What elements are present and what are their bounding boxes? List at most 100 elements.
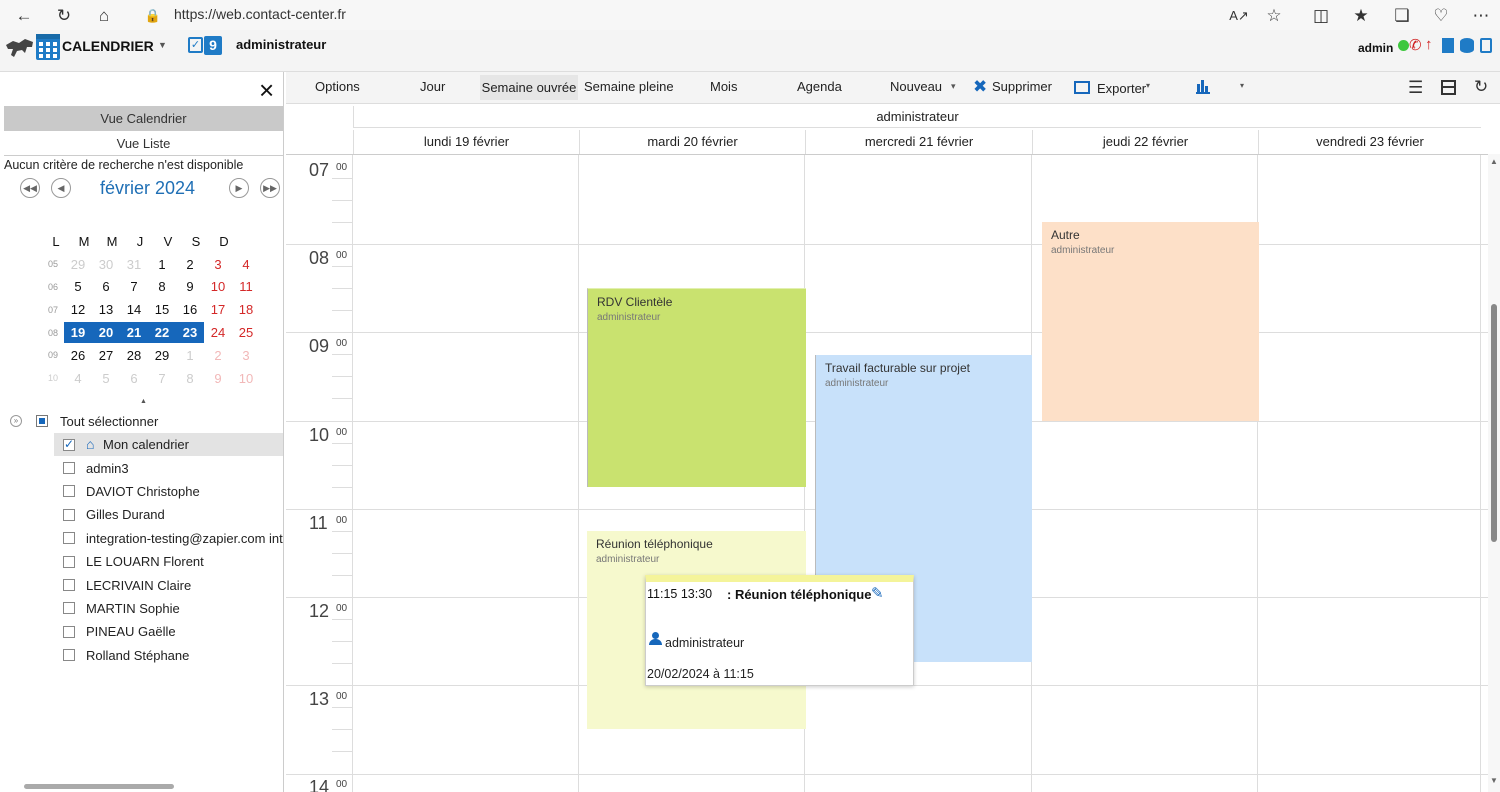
day-header-wednesday[interactable]: mercredi 21 février bbox=[805, 130, 1032, 154]
split-view-icon[interactable] bbox=[1441, 80, 1456, 95]
mini-day[interactable]: 2 bbox=[176, 257, 204, 272]
mini-day[interactable]: 9 bbox=[176, 279, 204, 294]
view-list-button[interactable]: Vue Liste bbox=[4, 131, 283, 156]
calendar-app-icon[interactable] bbox=[36, 34, 60, 60]
mini-day[interactable]: 26 bbox=[64, 348, 92, 363]
calendar-checkbox[interactable] bbox=[63, 555, 75, 568]
new-event-caret-icon[interactable]: ▾ bbox=[951, 81, 956, 92]
day-header-thursday[interactable]: jeudi 22 février bbox=[1032, 130, 1258, 154]
reload-icon[interactable]: ↻ bbox=[54, 5, 74, 25]
close-icon[interactable]: × bbox=[259, 77, 274, 103]
mini-day[interactable]: 17 bbox=[204, 302, 232, 317]
tree-toggle-icon[interactable]: » bbox=[10, 415, 22, 427]
mini-day[interactable]: 5 bbox=[92, 371, 120, 386]
mini-day[interactable]: 8 bbox=[148, 279, 176, 294]
collapse-mini-calendar-icon[interactable]: ▲ bbox=[140, 398, 147, 405]
first-month-icon[interactable]: ◀◀ bbox=[20, 178, 40, 198]
tab-semaine-pleine[interactable]: Semaine pleine bbox=[584, 79, 674, 94]
mini-day[interactable]: 31 bbox=[120, 257, 148, 272]
tab-agenda[interactable]: Agenda bbox=[797, 79, 842, 94]
lock-icon[interactable]: 🔒 bbox=[143, 5, 163, 25]
back-arrow-icon[interactable]: ← bbox=[14, 5, 34, 25]
read-aloud-icon[interactable]: A↗ bbox=[1229, 5, 1249, 25]
edit-pencil-icon[interactable]: ✎ bbox=[871, 584, 884, 602]
calendar-item[interactable]: admin3 bbox=[54, 456, 283, 479]
statistics-caret-icon[interactable]: ▾ bbox=[1240, 81, 1244, 90]
scroll-down-arrow-icon[interactable]: ▼ bbox=[1490, 776, 1498, 785]
arrow-up-icon[interactable]: ↑ bbox=[1425, 36, 1433, 53]
calendar-checkbox[interactable] bbox=[63, 508, 75, 521]
mini-day[interactable]: 6 bbox=[120, 371, 148, 386]
tasks-count-badge[interactable]: 9 bbox=[204, 36, 222, 55]
day-header-monday[interactable]: lundi 19 février bbox=[353, 130, 579, 154]
week-time-grid[interactable]: 07 00 08 00 09 00 10 00 11 00 12 00 13 0… bbox=[286, 154, 1488, 792]
mini-day-selected[interactable]: 23 bbox=[176, 322, 204, 344]
mini-day[interactable]: 29 bbox=[64, 257, 92, 272]
select-all-checkbox[interactable] bbox=[36, 415, 48, 427]
calendar-checkbox[interactable] bbox=[63, 532, 75, 545]
mini-day[interactable]: 7 bbox=[120, 279, 148, 294]
calendar-checkbox[interactable] bbox=[63, 625, 75, 638]
mini-day[interactable]: 30 bbox=[92, 257, 120, 272]
mini-day[interactable]: 11 bbox=[232, 279, 260, 294]
mini-day[interactable]: 18 bbox=[232, 302, 260, 317]
last-month-icon[interactable]: ▶▶ bbox=[260, 178, 280, 198]
calendar-item[interactable]: PINEAU Gaëlle bbox=[54, 620, 283, 643]
mini-day[interactable]: 10 bbox=[204, 279, 232, 294]
delete-button[interactable]: Supprimer bbox=[992, 79, 1052, 94]
mini-day[interactable]: 14 bbox=[120, 302, 148, 317]
calendar-item[interactable]: integration-testing@zapier.com inte bbox=[54, 527, 283, 550]
mini-day[interactable]: 6 bbox=[92, 279, 120, 294]
mini-day[interactable]: 9 bbox=[204, 371, 232, 386]
mini-day[interactable]: 3 bbox=[232, 348, 260, 363]
mini-day[interactable]: 25 bbox=[232, 325, 260, 340]
list-menu-icon[interactable]: ☰ bbox=[1408, 78, 1423, 98]
favorites-icon[interactable]: ★ bbox=[1351, 5, 1371, 25]
event-rdv-clientele[interactable]: RDV Clientèle administrateur bbox=[587, 288, 806, 487]
select-all-label[interactable]: Tout sélectionner bbox=[60, 414, 158, 429]
calendar-checkbox[interactable] bbox=[63, 437, 75, 451]
export-icon[interactable] bbox=[1074, 81, 1090, 94]
home-icon[interactable]: ⌂ bbox=[94, 5, 114, 25]
export-button[interactable]: Exporter bbox=[1097, 81, 1146, 96]
grid-vertical-scrollbar[interactable]: ▲ ▼ bbox=[1488, 154, 1500, 792]
mini-day-selected[interactable]: 21 bbox=[120, 322, 148, 344]
delete-x-icon[interactable]: ✖ bbox=[973, 77, 987, 97]
database-icon[interactable] bbox=[1460, 38, 1474, 53]
mini-day[interactable]: 4 bbox=[232, 257, 260, 272]
tablet-icon[interactable] bbox=[1480, 38, 1492, 53]
tab-jour[interactable]: Jour bbox=[420, 79, 445, 94]
mini-day-selected[interactable]: 20 bbox=[92, 322, 120, 344]
tab-mois[interactable]: Mois bbox=[710, 79, 737, 94]
split-screen-icon[interactable]: ◫ bbox=[1311, 5, 1331, 25]
next-month-icon[interactable]: ▶ bbox=[229, 178, 249, 198]
app-name-menu[interactable]: CALENDRIER bbox=[62, 38, 154, 54]
app-menu-caret-icon[interactable]: ▼ bbox=[158, 40, 167, 50]
mini-day[interactable]: 5 bbox=[64, 279, 92, 294]
day-header-tuesday[interactable]: mardi 20 février bbox=[579, 130, 805, 154]
exit-door-icon[interactable] bbox=[1442, 38, 1454, 53]
options-button[interactable]: Options bbox=[315, 79, 360, 94]
favorite-star-icon[interactable]: ☆ bbox=[1264, 5, 1284, 25]
mini-day[interactable]: 16 bbox=[176, 302, 204, 317]
refresh-icon[interactable]: ↻ bbox=[1474, 77, 1488, 97]
collections-icon[interactable]: ❏ bbox=[1392, 5, 1412, 25]
phone-icon[interactable]: ✆ bbox=[1409, 36, 1422, 54]
online-status-icon[interactable] bbox=[1398, 40, 1409, 51]
address-bar[interactable]: https://web.contact-center.fr bbox=[174, 6, 346, 22]
view-calendar-button[interactable]: Vue Calendrier bbox=[4, 106, 283, 131]
statistics-chart-icon[interactable] bbox=[1196, 80, 1210, 94]
sidebar-horizontal-scrollbar[interactable] bbox=[24, 784, 174, 789]
mini-day[interactable]: 28 bbox=[120, 348, 148, 363]
scrollbar-thumb[interactable] bbox=[1491, 304, 1497, 542]
calendar-item[interactable]: MARTIN Sophie bbox=[54, 597, 283, 620]
mini-day[interactable]: 27 bbox=[92, 348, 120, 363]
tasks-check-icon[interactable]: ✓ bbox=[188, 37, 203, 53]
export-caret-icon[interactable]: ▾ bbox=[1146, 81, 1150, 90]
calendar-checkbox[interactable] bbox=[63, 485, 75, 498]
mini-day[interactable]: 10 bbox=[232, 371, 260, 386]
calendar-item[interactable]: LECRIVAIN Claire bbox=[54, 573, 283, 596]
mini-day[interactable]: 8 bbox=[176, 371, 204, 386]
calendar-item[interactable]: LE LOUARN Florent bbox=[54, 550, 283, 573]
calendar-item[interactable]: DAVIOT Christophe bbox=[54, 480, 283, 503]
